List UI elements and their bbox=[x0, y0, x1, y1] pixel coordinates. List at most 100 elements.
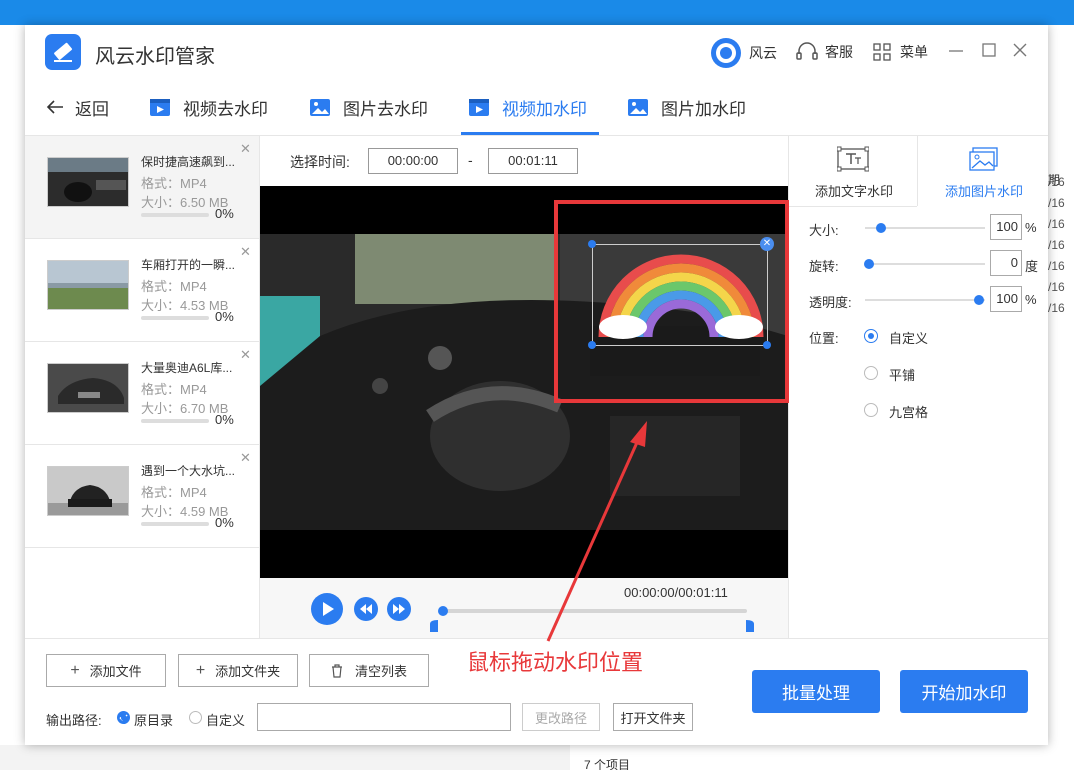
date-cell: /16 bbox=[1048, 217, 1065, 231]
menu-button[interactable]: 菜单 bbox=[872, 42, 928, 62]
close-icon bbox=[1013, 43, 1027, 57]
file-list: 保时捷高速飙到... 格式：MP4 大小：6.50 MB 0% ✕ 车厢打开的一… bbox=[25, 136, 260, 638]
date-cell: /16 bbox=[1048, 196, 1065, 210]
rotate-unit: 度 bbox=[1025, 259, 1039, 274]
progress-percent: 0% bbox=[215, 309, 234, 324]
plus-icon: + bbox=[70, 661, 80, 679]
custom-dir-label: 自定义 bbox=[206, 713, 246, 728]
item-count: 7 个项目 bbox=[584, 758, 631, 770]
file-item[interactable]: 遇到一个大水坑... 格式：MP4 大小：4.59 MB 0% ✕ bbox=[25, 445, 259, 548]
original-dir-radio[interactable] bbox=[117, 711, 130, 724]
position-tile-radio[interactable] bbox=[864, 366, 878, 380]
opacity-slider[interactable] bbox=[865, 299, 985, 301]
video-thumbnail bbox=[47, 466, 129, 516]
tab-label: 添加图片水印 bbox=[944, 184, 1023, 199]
progress-bar bbox=[141, 316, 209, 320]
opacity-unit: % bbox=[1025, 292, 1037, 307]
checkmark-icon bbox=[119, 714, 128, 722]
progress-percent: 0% bbox=[215, 412, 234, 427]
player-controls: 00:00:00/00:01:11 bbox=[260, 578, 788, 638]
seek-bar[interactable] bbox=[440, 609, 747, 613]
watermark-image[interactable] bbox=[592, 244, 768, 346]
custom-dir-radio[interactable] bbox=[189, 711, 202, 724]
time-separator: - bbox=[468, 152, 473, 168]
tab-video-add-watermark[interactable]: 视频加水印 bbox=[468, 92, 587, 122]
tab-image-remove-watermark[interactable]: 图片去水印 bbox=[309, 92, 428, 122]
clear-list-button[interactable]: 清空列表 bbox=[309, 654, 429, 687]
nav-bar: 返回 视频去水印 图片去水印 视频加水印 图片加水印 bbox=[25, 80, 1048, 136]
position-option-label: 平铺 bbox=[889, 368, 916, 383]
rotate-input[interactable]: 0 bbox=[990, 250, 1022, 276]
maximize-icon bbox=[982, 43, 996, 57]
rewind-button[interactable] bbox=[353, 596, 379, 625]
file-format: 格式：MP4 bbox=[141, 485, 207, 500]
tab-label: 图片去水印 bbox=[343, 99, 428, 119]
bottom-toolbar: + 添加文件 + 添加文件夹 清空列表 鼠标拖动水印位置 输出路径: 原目录 自… bbox=[25, 638, 1048, 745]
resize-handle[interactable] bbox=[763, 341, 771, 349]
background-status-bar: 7 个项目 bbox=[0, 745, 1048, 770]
headset-icon bbox=[796, 42, 818, 60]
size-input[interactable]: 100 bbox=[990, 214, 1022, 240]
output-path-input[interactable] bbox=[257, 703, 511, 731]
tab-label: 图片加水印 bbox=[661, 99, 746, 119]
start-time-input[interactable]: 00:00:00 bbox=[368, 148, 458, 174]
file-item[interactable]: 大量奥迪A6L库... 格式：MP4 大小：6.70 MB 0% ✕ bbox=[25, 342, 259, 445]
start-watermark-button[interactable]: 开始加水印 bbox=[900, 670, 1028, 713]
opacity-slider-handle[interactable] bbox=[974, 295, 984, 305]
open-folder-button[interactable]: 打开文件夹 bbox=[613, 703, 693, 731]
end-time-input[interactable]: 00:01:11 bbox=[488, 148, 578, 174]
tab-add-image-watermark[interactable]: 添加图片水印 bbox=[919, 136, 1049, 206]
customer-service-button[interactable]: 客服 bbox=[795, 42, 853, 62]
play-icon bbox=[311, 593, 343, 625]
trash-icon bbox=[331, 663, 342, 678]
tab-add-text-watermark[interactable]: 添加文字水印 bbox=[789, 136, 919, 206]
batch-process-button[interactable]: 批量处理 bbox=[752, 670, 880, 713]
add-folder-button[interactable]: + 添加文件夹 bbox=[178, 654, 298, 687]
output-path-label: 输出路径: bbox=[46, 713, 102, 728]
add-file-button[interactable]: + 添加文件 bbox=[46, 654, 166, 687]
rotate-slider-handle[interactable] bbox=[864, 259, 874, 269]
tab-video-remove-watermark[interactable]: 视频去水印 bbox=[149, 92, 268, 122]
progress-bar bbox=[141, 522, 209, 526]
active-tab-indicator bbox=[461, 132, 599, 135]
annotation-text: 鼠标拖动水印位置 bbox=[467, 650, 644, 675]
position-option-label: 九宫格 bbox=[889, 405, 929, 420]
minimize-button[interactable] bbox=[945, 39, 967, 61]
user-account[interactable]: 风云 bbox=[710, 37, 777, 69]
position-option-label: 自定义 bbox=[889, 331, 929, 346]
watermark-settings-panel: 添加文字水印 添加图片水印 大小: 100 % 旋转: 0 度 透明度: 100… bbox=[788, 136, 1048, 638]
delete-watermark-icon[interactable]: ✕ bbox=[760, 237, 774, 251]
size-slider-handle[interactable] bbox=[876, 223, 886, 233]
play-button[interactable] bbox=[310, 592, 344, 629]
resize-handle[interactable] bbox=[588, 341, 596, 349]
remove-file-icon[interactable]: ✕ bbox=[240, 347, 251, 363]
opacity-input[interactable]: 100 bbox=[990, 286, 1022, 312]
change-path-button[interactable]: 更改路径 bbox=[522, 703, 600, 731]
tab-label: 视频去水印 bbox=[183, 99, 268, 119]
video-preview[interactable]: ✕ bbox=[260, 186, 788, 578]
resize-handle[interactable] bbox=[588, 240, 596, 248]
position-label: 位置: bbox=[809, 331, 839, 346]
fast-forward-button[interactable] bbox=[386, 596, 412, 625]
tab-image-add-watermark[interactable]: 图片加水印 bbox=[627, 92, 746, 122]
trim-end-handle[interactable] bbox=[746, 620, 754, 632]
file-format: 格式：MP4 bbox=[141, 382, 207, 397]
trim-start-handle[interactable] bbox=[430, 620, 438, 632]
file-format: 格式：MP4 bbox=[141, 176, 207, 191]
file-item[interactable]: 车厢打开的一瞬... 格式：MP4 大小：4.53 MB 0% ✕ bbox=[25, 239, 259, 342]
app-window: 风云水印管家 风云 客服 菜单 返回 视频去水印 图片去水印 视频加水印 图片加… bbox=[25, 25, 1048, 745]
back-button[interactable]: 返回 bbox=[45, 92, 109, 122]
app-title: 风云水印管家 bbox=[95, 46, 215, 68]
close-button[interactable] bbox=[1009, 39, 1031, 61]
remove-file-icon[interactable]: ✕ bbox=[240, 141, 251, 157]
desktop-background bbox=[0, 0, 1074, 25]
file-item[interactable]: 保时捷高速飙到... 格式：MP4 大小：6.50 MB 0% ✕ bbox=[25, 136, 259, 239]
position-custom-radio[interactable] bbox=[864, 329, 878, 343]
seek-handle[interactable] bbox=[438, 606, 448, 616]
rotate-slider[interactable] bbox=[865, 263, 985, 265]
app-logo-icon bbox=[45, 34, 81, 70]
remove-file-icon[interactable]: ✕ bbox=[240, 244, 251, 260]
position-grid-radio[interactable] bbox=[864, 403, 878, 417]
remove-file-icon[interactable]: ✕ bbox=[240, 450, 251, 466]
maximize-button[interactable] bbox=[978, 39, 1000, 61]
